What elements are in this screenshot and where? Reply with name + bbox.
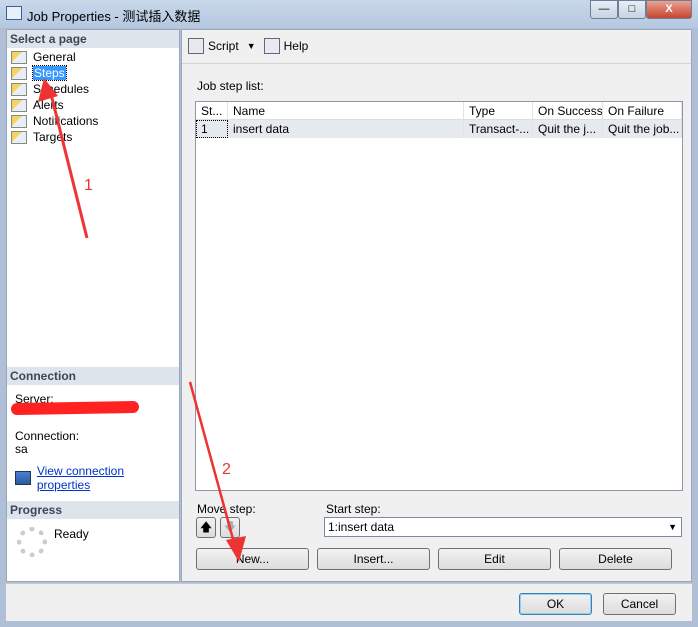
table-row[interactable]: 1 insert data Transact-... Quit the j...…	[196, 120, 682, 138]
page-icon	[11, 50, 27, 64]
column-step[interactable]: St...	[196, 102, 228, 119]
cell-on-failure: Quit the job...	[603, 120, 682, 138]
help-icon	[263, 38, 280, 54]
start-step-value: 1:insert data	[328, 520, 395, 534]
new-button[interactable]: New...	[196, 548, 309, 570]
cell-type: Transact-...	[464, 120, 533, 138]
column-name[interactable]: Name	[228, 102, 464, 119]
progress-header: Progress	[7, 501, 179, 519]
window-title: Job Properties - 测试插入数据	[27, 9, 201, 24]
close-button[interactable]: X	[646, 0, 692, 19]
delete-button[interactable]: Delete	[559, 548, 672, 570]
page-targets[interactable]: Targets	[7, 129, 179, 145]
page-label: Notifications	[33, 114, 99, 128]
page-alerts[interactable]: Alerts	[7, 97, 179, 113]
page-label: General	[33, 50, 76, 64]
connection-properties-icon	[15, 471, 31, 485]
job-step-grid: St... Name Type On Success On Failure 1 …	[195, 101, 683, 491]
script-dropdown-icon[interactable]: ▼	[247, 41, 256, 51]
view-connection-properties-link[interactable]: View connection properties	[37, 464, 179, 492]
page-label: Schedules	[33, 82, 90, 96]
cell-step: 1	[196, 120, 228, 138]
title-bar: Job Properties - 测试插入数据 — □ X	[0, 0, 698, 28]
connection-label: Connection:	[15, 429, 80, 443]
progress-status: Ready	[54, 527, 89, 541]
ok-button[interactable]: OK	[519, 593, 592, 615]
page-notifications[interactable]: Notifications	[7, 113, 179, 129]
script-button[interactable]: Script	[208, 39, 239, 53]
page-label: Steps	[32, 65, 67, 81]
insert-button[interactable]: Insert...	[317, 548, 430, 570]
edit-button[interactable]: Edit	[438, 548, 551, 570]
page-icon	[11, 114, 27, 128]
page-icon	[11, 130, 27, 144]
page-icon	[11, 82, 27, 96]
page-steps[interactable]: Steps	[7, 65, 179, 81]
help-button[interactable]: Help	[284, 39, 309, 53]
column-on-success[interactable]: On Success	[533, 102, 603, 119]
cell-on-success: Quit the j...	[533, 120, 603, 138]
move-step-label: Move step:	[197, 502, 256, 516]
dialog-footer: OK Cancel	[6, 583, 692, 621]
page-icon	[11, 66, 27, 80]
connection-value: sa	[15, 442, 28, 456]
chevron-down-icon: ▼	[668, 522, 677, 532]
script-icon	[188, 38, 204, 54]
page-icon	[11, 98, 27, 112]
page-label: Targets	[33, 130, 73, 144]
column-type[interactable]: Type	[464, 102, 533, 119]
move-down-button[interactable]: 🡇	[220, 517, 240, 538]
page-general[interactable]: General	[7, 49, 179, 65]
page-label: Alerts	[33, 98, 64, 112]
cell-name: insert data	[228, 120, 464, 138]
page-schedules[interactable]: Schedules	[7, 81, 179, 97]
main-panel: Script ▼ Help Job step list: St... Name …	[181, 29, 692, 582]
move-up-button[interactable]: 🡅	[196, 517, 216, 538]
app-icon	[6, 6, 22, 20]
redacted-server	[10, 400, 140, 416]
column-on-failure[interactable]: On Failure	[603, 102, 682, 119]
start-step-select[interactable]: 1:insert data ▼	[324, 517, 682, 537]
progress-spinner-icon	[17, 527, 47, 557]
minimize-button[interactable]: —	[590, 0, 618, 19]
select-page-header: Select a page	[7, 30, 179, 48]
start-step-label: Start step:	[326, 502, 381, 516]
job-step-list-label: Job step list:	[197, 79, 264, 93]
left-panel: Select a page General Steps Schedules Al…	[6, 29, 180, 582]
grid-header: St... Name Type On Success On Failure	[196, 102, 682, 120]
cancel-button[interactable]: Cancel	[603, 593, 676, 615]
maximize-button[interactable]: □	[618, 0, 646, 19]
connection-header: Connection	[7, 367, 179, 385]
